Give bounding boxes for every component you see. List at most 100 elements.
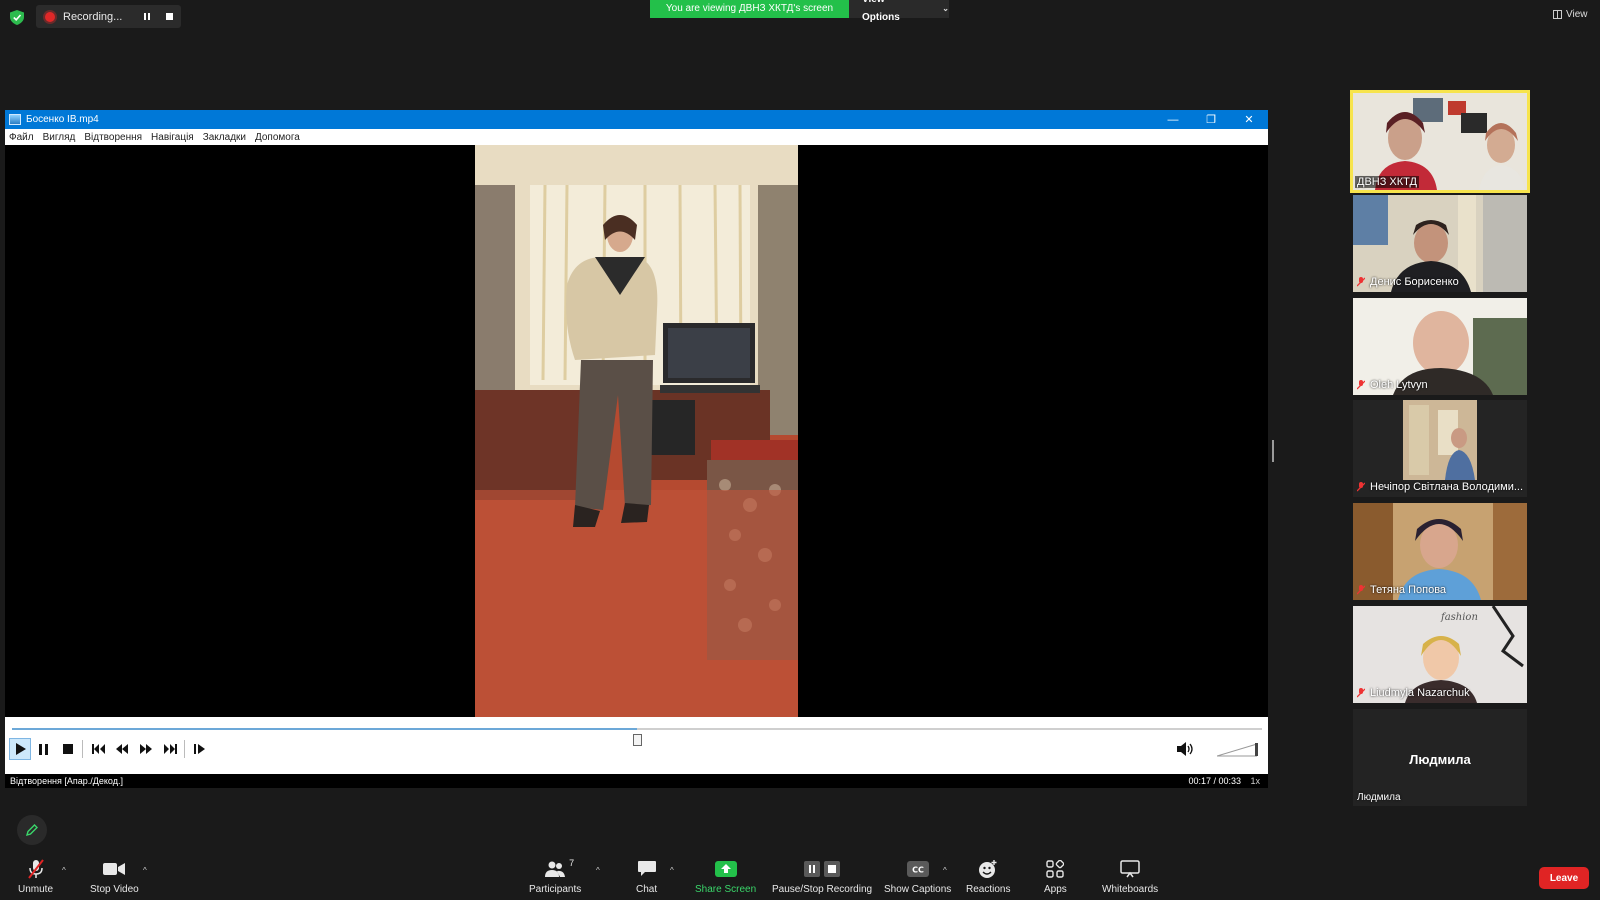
fast-forward-icon <box>140 744 152 754</box>
menu-item-navigation[interactable]: Навігація <box>151 132 194 143</box>
audio-options-caret-icon[interactable]: ^ <box>62 866 66 875</box>
menu-item-view[interactable]: Вигляд <box>43 132 76 143</box>
skip-next-button[interactable] <box>159 738 181 760</box>
play-icon <box>15 743 26 755</box>
playback-status-text: Відтворення [Апар./Декод.] <box>10 776 123 786</box>
video-options-caret-icon[interactable]: ^ <box>143 866 147 875</box>
participants-icon <box>545 861 566 877</box>
participant-name: Oleh Lytvyn <box>1357 379 1428 391</box>
volume-slider[interactable] <box>1217 742 1260 757</box>
view-label: View <box>1566 9 1588 20</box>
chat-button[interactable]: Chat <box>636 858 657 895</box>
video-frame <box>475 145 798 717</box>
participant-tile-active-speaker[interactable]: ДВНЗ ХКТД <box>1350 90 1530 193</box>
pause-recording-icon[interactable] <box>144 13 151 20</box>
reactions-button[interactable]: Reactions <box>966 858 1010 895</box>
apps-button[interactable]: Apps <box>1044 858 1067 895</box>
recording-dot-icon <box>45 11 55 22</box>
view-options-button[interactable]: View Options ⌄ <box>849 0 949 23</box>
muted-mic-icon <box>1357 482 1365 492</box>
menu-item-help[interactable]: Допомога <box>255 132 300 143</box>
video-area[interactable] <box>5 145 1268 717</box>
divider <box>82 740 83 758</box>
muted-mic-icon <box>1357 380 1365 390</box>
rewind-icon <box>116 744 128 754</box>
pause-stop-recording-button[interactable]: Pause/Stop Recording <box>772 858 872 895</box>
share-screen-icon <box>714 861 737 877</box>
pencil-icon <box>25 824 38 837</box>
svg-text:fashion: fashion <box>1440 612 1478 623</box>
play-button[interactable] <box>9 738 31 760</box>
speaker-icon <box>1177 742 1193 756</box>
skip-previous-button[interactable] <box>87 738 109 760</box>
menu-item-bookmarks[interactable]: Закладки <box>203 132 246 143</box>
participant-tile[interactable]: Нечіпор Світлана Володими... <box>1353 400 1527 497</box>
volume-button[interactable] <box>1175 738 1197 760</box>
participant-name: Liudmyla Nazarchuk <box>1357 687 1470 699</box>
participant-name: Людмила <box>1357 792 1401 803</box>
participant-name: Тетяна Попова <box>1357 584 1446 596</box>
player-controls <box>5 717 1268 774</box>
splitter-handle[interactable] <box>1272 440 1274 462</box>
window-titlebar[interactable]: Босенко ІВ.mp4 — ❐ ✕ <box>5 110 1268 129</box>
close-icon[interactable]: ✕ <box>1230 110 1268 129</box>
view-options-label: View Options <box>862 0 900 23</box>
recording-label: Recording... <box>63 10 123 23</box>
skip-next-icon <box>163 744 177 754</box>
player-status-bar: Відтворення [Апар./Декод.] 00:17 / 00:33… <box>5 774 1268 788</box>
viewing-screen-banner: You are viewing ДВНЗ ХКТД's screen <box>650 0 849 18</box>
whiteboard-icon <box>1120 860 1140 878</box>
grid-view-icon <box>1553 10 1562 19</box>
media-player-app-icon <box>9 114 21 125</box>
participant-tile[interactable]: Тетяна Попова <box>1353 503 1527 600</box>
stop-icon <box>63 744 73 754</box>
share-screen-button[interactable]: Share Screen <box>695 858 756 895</box>
captions-options-caret-icon[interactable]: ^ <box>943 866 947 875</box>
stop-video-button[interactable]: Stop Video <box>90 858 139 895</box>
frame-step-button[interactable] <box>188 738 210 760</box>
security-shield-icon[interactable] <box>10 10 24 25</box>
muted-mic-icon <box>1357 277 1365 287</box>
participant-name: Нечіпор Світлана Володими... <box>1357 481 1523 493</box>
leave-button[interactable]: Leave <box>1539 867 1589 889</box>
show-captions-button[interactable]: CC Show Captions <box>884 858 951 895</box>
chat-bubble-icon <box>637 861 656 876</box>
seek-bar[interactable] <box>12 728 1262 746</box>
closed-captions-icon: CC <box>906 861 929 877</box>
playback-time: 00:17 / 00:33 <box>1188 776 1241 786</box>
stop-button[interactable] <box>57 738 79 760</box>
annotate-button[interactable] <box>17 815 47 845</box>
participant-tile[interactable]: fashion Liudmyla Nazarchuk <box>1353 606 1527 703</box>
fast-forward-button[interactable] <box>135 738 157 760</box>
restore-icon[interactable]: ❐ <box>1192 110 1230 129</box>
muted-microphone-icon <box>27 859 44 879</box>
menu-item-file[interactable]: Файл <box>9 132 34 143</box>
skip-previous-icon <box>91 744 105 754</box>
participant-tile-no-video[interactable]: Людмила Людмила <box>1353 709 1527 806</box>
view-button[interactable]: View <box>1553 9 1588 20</box>
participant-name: ДВНЗ ХКТД <box>1355 176 1419 188</box>
participant-tile[interactable]: Oleh Lytvyn <box>1353 298 1527 395</box>
shared-media-player-window: Босенко ІВ.mp4 — ❐ ✕ Файл Вигляд Відтвор… <box>5 110 1268 788</box>
participant-tile[interactable]: Денис Борисенко <box>1353 195 1527 292</box>
recording-indicator: Recording... <box>36 5 181 28</box>
participant-display-name: Людмила <box>1409 752 1471 767</box>
whiteboards-button[interactable]: Whiteboards <box>1102 858 1158 895</box>
chat-options-caret-icon[interactable]: ^ <box>670 866 674 875</box>
seek-progress <box>12 728 637 730</box>
playback-speed-icon[interactable]: 1x <box>1250 776 1260 786</box>
participant-name: Денис Борисенко <box>1357 276 1459 288</box>
menu-item-playback[interactable]: Відтворення <box>84 132 142 143</box>
muted-mic-icon <box>1357 585 1365 595</box>
minimize-icon[interactable]: — <box>1154 110 1192 129</box>
stop-recording-icon[interactable] <box>166 13 174 20</box>
participants-button[interactable]: 7 Participants <box>529 858 581 895</box>
pause-stop-recording-icon <box>804 861 841 877</box>
frame-step-icon <box>193 744 205 754</box>
unmute-button[interactable]: Unmute <box>18 858 53 895</box>
pause-icon <box>39 743 48 755</box>
window-title: Босенко ІВ.mp4 <box>26 114 99 125</box>
rewind-button[interactable] <box>111 738 133 760</box>
pause-button[interactable] <box>33 738 55 760</box>
participants-options-caret-icon[interactable]: ^ <box>596 866 600 875</box>
